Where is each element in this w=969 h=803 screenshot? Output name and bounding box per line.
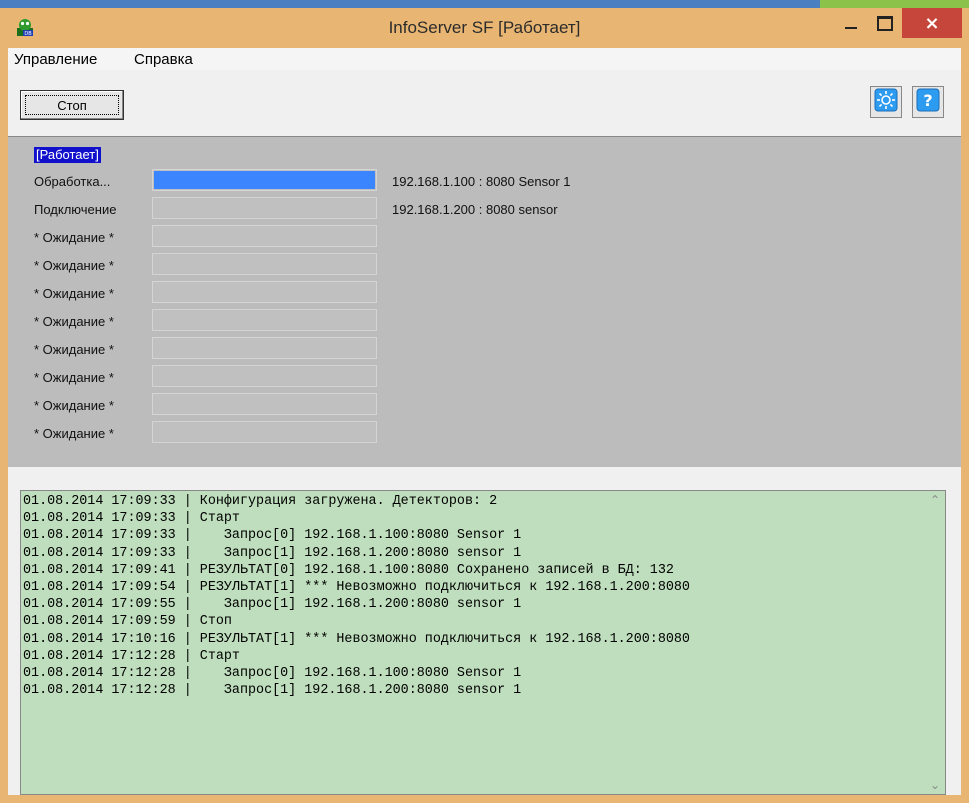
menu-help[interactable]: Справка: [134, 51, 193, 68]
settings-icon: [874, 88, 898, 117]
worker-progress: [152, 337, 377, 359]
menu-control[interactable]: Управление: [14, 51, 97, 68]
title-bar[interactable]: DB InfoServer SF [Работает] ×: [0, 8, 969, 48]
worker-label: * Ожидание *: [34, 286, 114, 301]
worker-label: * Ожидание *: [34, 426, 114, 441]
worker-progress: [152, 309, 377, 331]
log-line: 01.08.2014 17:09:33 | Конфигурация загру…: [23, 494, 498, 509]
toolbar: Стоп ?: [8, 72, 961, 128]
minimize-button[interactable]: [834, 8, 868, 38]
worker-label: Подключение: [34, 202, 117, 217]
close-button[interactable]: ×: [902, 8, 962, 38]
progress-fill: [154, 171, 375, 189]
maximize-button[interactable]: [868, 8, 902, 38]
log-line: 01.08.2014 17:09:33 | Старт: [23, 511, 240, 527]
status-badge: [Работает]: [34, 147, 101, 163]
close-icon: ×: [924, 12, 940, 34]
log-line: 01.08.2014 17:09:33 | Запрос[0] 192.168.…: [23, 528, 522, 544]
help-button[interactable]: ?: [912, 86, 944, 118]
log-line: 01.08.2014 17:09:55 | Запрос[1] 192.168.…: [23, 597, 522, 613]
worker-progress: [152, 169, 377, 191]
help-icon: ?: [916, 88, 940, 117]
worker-target: 192.168.1.100 : 8080 Sensor 1: [392, 174, 571, 189]
worker-label: * Ожидание *: [34, 370, 114, 385]
worker-progress: [152, 225, 377, 247]
log-line: 01.08.2014 17:12:28 | Запрос[0] 192.168.…: [23, 666, 522, 682]
log-line: 01.08.2014 17:10:16 | РЕЗУЛЬТАТ[1] *** Н…: [23, 631, 690, 647]
window-title: InfoServer SF [Работает]: [388, 18, 581, 37]
log-line: 01.08.2014 17:09:41 | РЕЗУЛЬТАТ[0] 192.1…: [23, 562, 674, 578]
worker-progress: [152, 393, 377, 415]
menu-bar: Управление Справка: [8, 48, 961, 70]
client-area: Управление Справка Стоп ? [Работает] Обр…: [8, 48, 961, 795]
app-window: DB InfoServer SF [Работает] × Управление…: [0, 8, 969, 803]
worker-progress: [152, 421, 377, 443]
worker-label: * Ожидание *: [34, 230, 114, 245]
scroll-down-icon[interactable]: ⌄: [928, 778, 942, 792]
stop-button[interactable]: Стоп: [20, 90, 124, 120]
log-line: 01.08.2014 17:09:59 | Стоп: [23, 614, 232, 630]
log-line: 01.08.2014 17:12:28 | Старт: [23, 648, 240, 664]
worker-progress: [152, 281, 377, 303]
worker-label: Обработка...: [34, 174, 111, 189]
log-line: 01.08.2014 17:12:28 | Запрос[1] 192.168.…: [23, 683, 522, 699]
worker-label: * Ожидание *: [34, 258, 114, 273]
worker-label: * Ожидание *: [34, 398, 114, 413]
log-textarea[interactable]: 01.08.2014 17:09:33 | Конфигурация загру…: [20, 490, 946, 795]
desktop-strip: [0, 0, 969, 8]
log-lines: 01.08.2014 17:09:33 | Конфигурация загру…: [23, 493, 923, 699]
status-panel: [Работает] Обработка... 192.168.1.100 : …: [8, 136, 961, 467]
log-line: 01.08.2014 17:09:54 | РЕЗУЛЬТАТ[1] *** Н…: [23, 580, 690, 596]
log-scrollbar[interactable]: ⌃ ⌄: [924, 491, 945, 794]
svg-text:?: ?: [923, 91, 932, 110]
desktop-strip-accent: [820, 0, 969, 8]
log-line: 01.08.2014 17:09:33 | Запрос[1] 192.168.…: [23, 545, 522, 561]
worker-label: * Ожидание *: [34, 342, 114, 357]
worker-progress: [152, 253, 377, 275]
scroll-up-icon[interactable]: ⌃: [928, 493, 942, 507]
worker-label: * Ожидание *: [34, 314, 114, 329]
worker-progress: [152, 197, 377, 219]
worker-target: 192.168.1.200 : 8080 sensor: [392, 202, 558, 217]
minimize-icon: [845, 27, 857, 29]
settings-button[interactable]: [870, 86, 902, 118]
worker-progress: [152, 365, 377, 387]
maximize-icon: [877, 15, 893, 31]
